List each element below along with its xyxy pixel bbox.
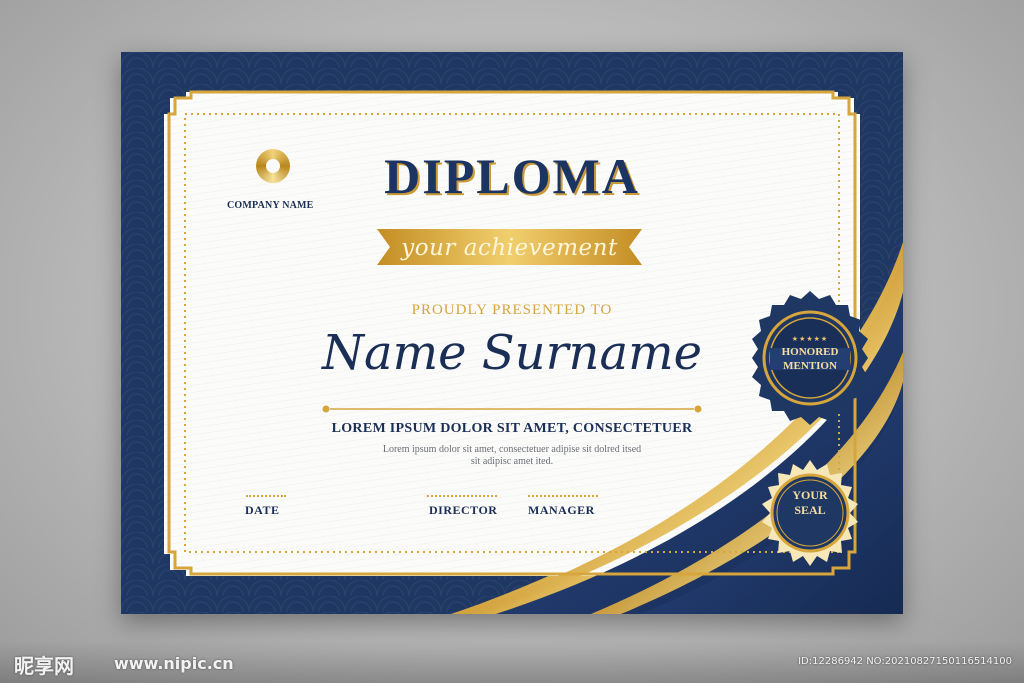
manager-label: MANAGER	[528, 503, 595, 517]
date-label: DATE	[245, 503, 280, 517]
director-label: DIRECTOR	[429, 503, 498, 517]
watermark-id: ID:12286942 NO:20210827150116514100	[798, 656, 1012, 667]
date-signature-line	[246, 495, 286, 497]
your-seal-line-2: SEAL	[794, 503, 826, 517]
honored-line-1: HONORED	[781, 346, 839, 358]
watermark-logo: 昵享网	[14, 654, 74, 678]
honored-mention-text: HONORED MENTION	[761, 345, 859, 373]
certificate: COMPANY NAME DIPLOMA your achievement PR…	[121, 52, 903, 614]
your-seal-text: YOUR SEAL	[776, 488, 844, 518]
name-divider	[322, 405, 702, 413]
director-signature-line	[427, 495, 497, 497]
your-seal-line-1: YOUR	[792, 488, 828, 502]
honored-stars: ★★★★★	[791, 335, 829, 343]
body-line-1: Lorem ipsum dolor sit amet, consectetuer…	[382, 444, 642, 455]
honored-line-2: MENTION	[783, 360, 837, 372]
achievement-subtitle: your achievement	[401, 235, 618, 261]
manager-signature-line	[528, 495, 598, 497]
watermark-url: www.nipic.cn	[114, 654, 234, 673]
diploma-title: DIPLOMA	[384, 148, 640, 204]
